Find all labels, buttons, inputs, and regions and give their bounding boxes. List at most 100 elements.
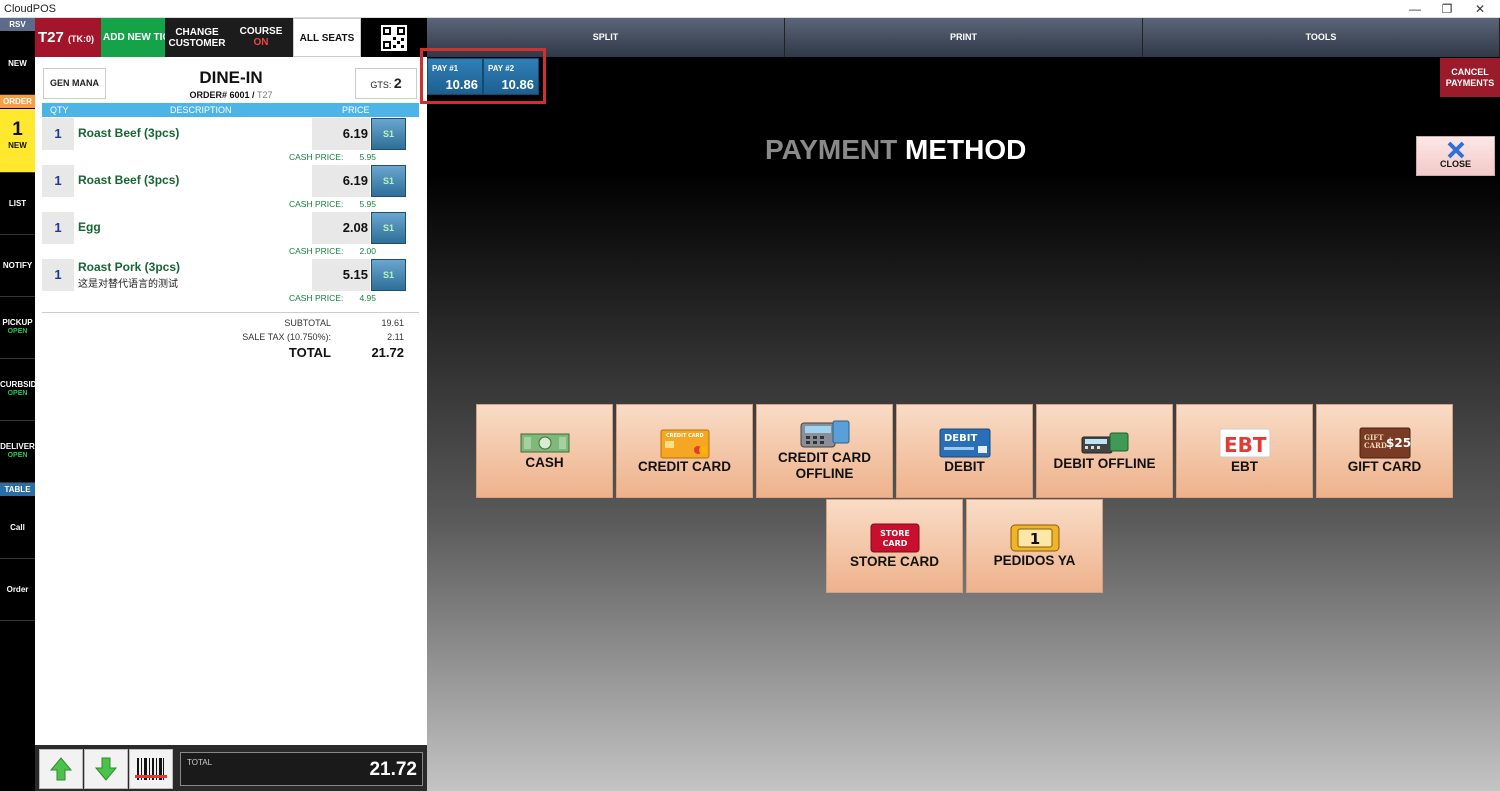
close-window-button[interactable]: ✕ (1463, 0, 1497, 18)
nav-label: PICKUP (2, 318, 33, 327)
pay-label: PEDIDOS YA (993, 553, 1076, 568)
btn-line: COURSE (239, 26, 283, 37)
qr-code-button[interactable] (361, 18, 427, 57)
pay-credit-card-offline-button[interactable]: CREDIT CARD OFFLINE (756, 404, 893, 498)
minimize-button[interactable]: — (1398, 0, 1432, 18)
ebt-card-icon: EBT (1219, 428, 1270, 458)
order-item-row[interactable]: 1 Roast Beef (3pcs) 6.19 S1 CASH PRICE: … (42, 118, 419, 165)
pay-gift-card-button[interactable]: GIFT CARD $25 GIFT CARD (1316, 404, 1453, 498)
nav-notify[interactable]: NOTIFY (0, 235, 35, 297)
item-price[interactable]: 6.19 (312, 165, 370, 197)
item-qty[interactable]: 1 (42, 212, 74, 244)
cash-price-label: CASH PRICE: (289, 246, 344, 256)
store-card-icon: STORE CARD (870, 523, 919, 553)
item-qty[interactable]: 1 (42, 259, 74, 291)
table-button[interactable]: T27 (TK:0) (35, 18, 101, 57)
nav-status: OPEN (7, 452, 28, 459)
store-icon-text-1: STORE (880, 529, 910, 538)
nav-order[interactable]: Order (0, 559, 35, 621)
item-seat-button[interactable]: S1 (371, 212, 406, 244)
bottom-total-value: 21.72 (369, 759, 417, 780)
scroll-up-button[interactable] (39, 749, 83, 789)
nav-status: OPEN (7, 390, 28, 397)
add-new-ticket-button[interactable]: ADD NEW TIC (101, 18, 165, 57)
change-customer-button[interactable]: CHANGE CUSTOMER (165, 18, 229, 57)
item-price[interactable]: 5.15 (312, 259, 370, 291)
split-payment-2[interactable]: PAY #2 10.86 (483, 58, 539, 95)
pay-label: CASH (525, 455, 564, 470)
order-table: T27 (257, 90, 273, 100)
order-type-title: DINE-IN (199, 68, 263, 87)
item-price[interactable]: 2.08 (312, 212, 370, 244)
gift-icon-amount: $25 (1386, 436, 1411, 450)
credit-card-icon: CREDIT CARD (660, 429, 709, 459)
order-item-row[interactable]: 1 Egg 2.08 S1 CASH PRICE: 2.00 (42, 212, 419, 259)
btn-line: CANCEL (1451, 67, 1489, 77)
nav-new-order[interactable]: 1 NEW (0, 109, 35, 173)
nav-label: Order (6, 585, 29, 594)
close-label: CLOSE (1439, 159, 1471, 169)
pay-label: DEBIT OFFLINE (1053, 456, 1156, 471)
pay-debit-offline-button[interactable]: DEBIT OFFLINE (1036, 404, 1173, 498)
qr-code-icon (381, 25, 407, 51)
barcode-scan-button[interactable] (129, 749, 173, 789)
nav-list[interactable]: LIST (0, 173, 35, 235)
item-seat-button[interactable]: S1 (371, 259, 406, 291)
order-number: ORDER# 6001 / T27 (155, 90, 307, 100)
tools-tab[interactable]: TOOLS (1143, 18, 1500, 57)
nav-header-table: TABLE (0, 483, 35, 496)
card-terminal-icon (800, 420, 849, 448)
nav-order-count: 1 (12, 119, 23, 140)
nav-call[interactable]: Call (0, 497, 35, 559)
pay-credit-card-button[interactable]: CREDIT CARD CREDIT CARD (616, 404, 753, 498)
close-payment-button[interactable]: CLOSE (1416, 136, 1495, 176)
item-price[interactable]: 6.19 (312, 118, 370, 150)
cash-price-value: 4.95 (359, 293, 376, 303)
total-label: TOTAL (288, 345, 331, 360)
pay-debit-button[interactable]: DEBIT DEBIT (896, 404, 1033, 498)
course-status: ON (253, 37, 269, 48)
item-alt-name: 这是对替代语言的测试 (78, 279, 178, 290)
col-qty: QTY (50, 105, 69, 115)
all-seats-button[interactable]: ALL SEATS (293, 18, 361, 57)
debit-terminal-icon (1081, 432, 1128, 454)
nav-label: DELIVER (0, 442, 35, 451)
cash-price-value: 2.00 (359, 246, 376, 256)
restore-button[interactable]: ❐ (1430, 0, 1464, 18)
order-panel: T27 (TK:0) ADD NEW TIC CHANGE CUSTOMER C… (35, 18, 427, 791)
order-item-row[interactable]: 1 Roast Beef (3pcs) 6.19 S1 CASH PRICE: … (42, 165, 419, 212)
payment-area: SPLIT PRINT TOOLS PAY #1 10.86 PAY #2 10… (420, 18, 1500, 791)
pay-label: CREDIT CARD (638, 459, 731, 474)
left-nav: RSV NEW ORDER 1 NEW LIST NOTIFY PICKUP O… (0, 18, 35, 791)
pay-pedidos-ya-button[interactable]: 1 PEDIDOS YA (966, 499, 1103, 593)
col-description: DESCRIPTION (170, 105, 232, 115)
nav-pickup[interactable]: PICKUP OPEN (0, 297, 35, 359)
item-seat-button[interactable]: S1 (371, 165, 406, 197)
gen-mana-button[interactable]: GEN MANA (43, 68, 106, 99)
pay-label: CREDIT CARD (778, 450, 871, 465)
nav-label: Call (10, 523, 25, 532)
nav-delivery[interactable]: DELIVER OPEN (0, 421, 35, 483)
window-title: CloudPOS (4, 3, 56, 15)
print-tab[interactable]: PRINT (785, 18, 1143, 57)
course-button[interactable]: COURSE ON (229, 18, 293, 57)
cancel-payments-button[interactable]: CANCEL PAYMENTS (1440, 58, 1500, 97)
item-name: Roast Pork (3pcs) (78, 260, 181, 274)
guests-button[interactable]: GTS: 2 (355, 68, 417, 99)
order-item-row[interactable]: 1 Roast Pork (3pcs) 这是对替代语言的测试 5.15 S1 C… (42, 259, 419, 306)
tax-value: 2.11 (387, 332, 404, 342)
item-seat-button[interactable]: S1 (371, 118, 406, 150)
split-payment-1[interactable]: PAY #1 10.86 (427, 58, 483, 95)
item-qty[interactable]: 1 (42, 165, 74, 197)
cash-price-value: 5.95 (359, 152, 376, 162)
item-name: Roast Beef (3pcs) (78, 126, 180, 140)
scroll-down-button[interactable] (84, 749, 128, 789)
nav-curbside[interactable]: CURBSID OPEN (0, 359, 35, 421)
nav-new-reservation[interactable]: NEW (0, 31, 35, 95)
ticket-count: (TK:0) (68, 34, 95, 44)
split-amount: 10.86 (501, 77, 534, 92)
pay-ebt-button[interactable]: EBT EBT (1176, 404, 1313, 498)
item-qty[interactable]: 1 (42, 118, 74, 150)
pay-cash-button[interactable]: CASH (476, 404, 613, 498)
pay-store-card-button[interactable]: STORE CARD STORE CARD (826, 499, 963, 593)
